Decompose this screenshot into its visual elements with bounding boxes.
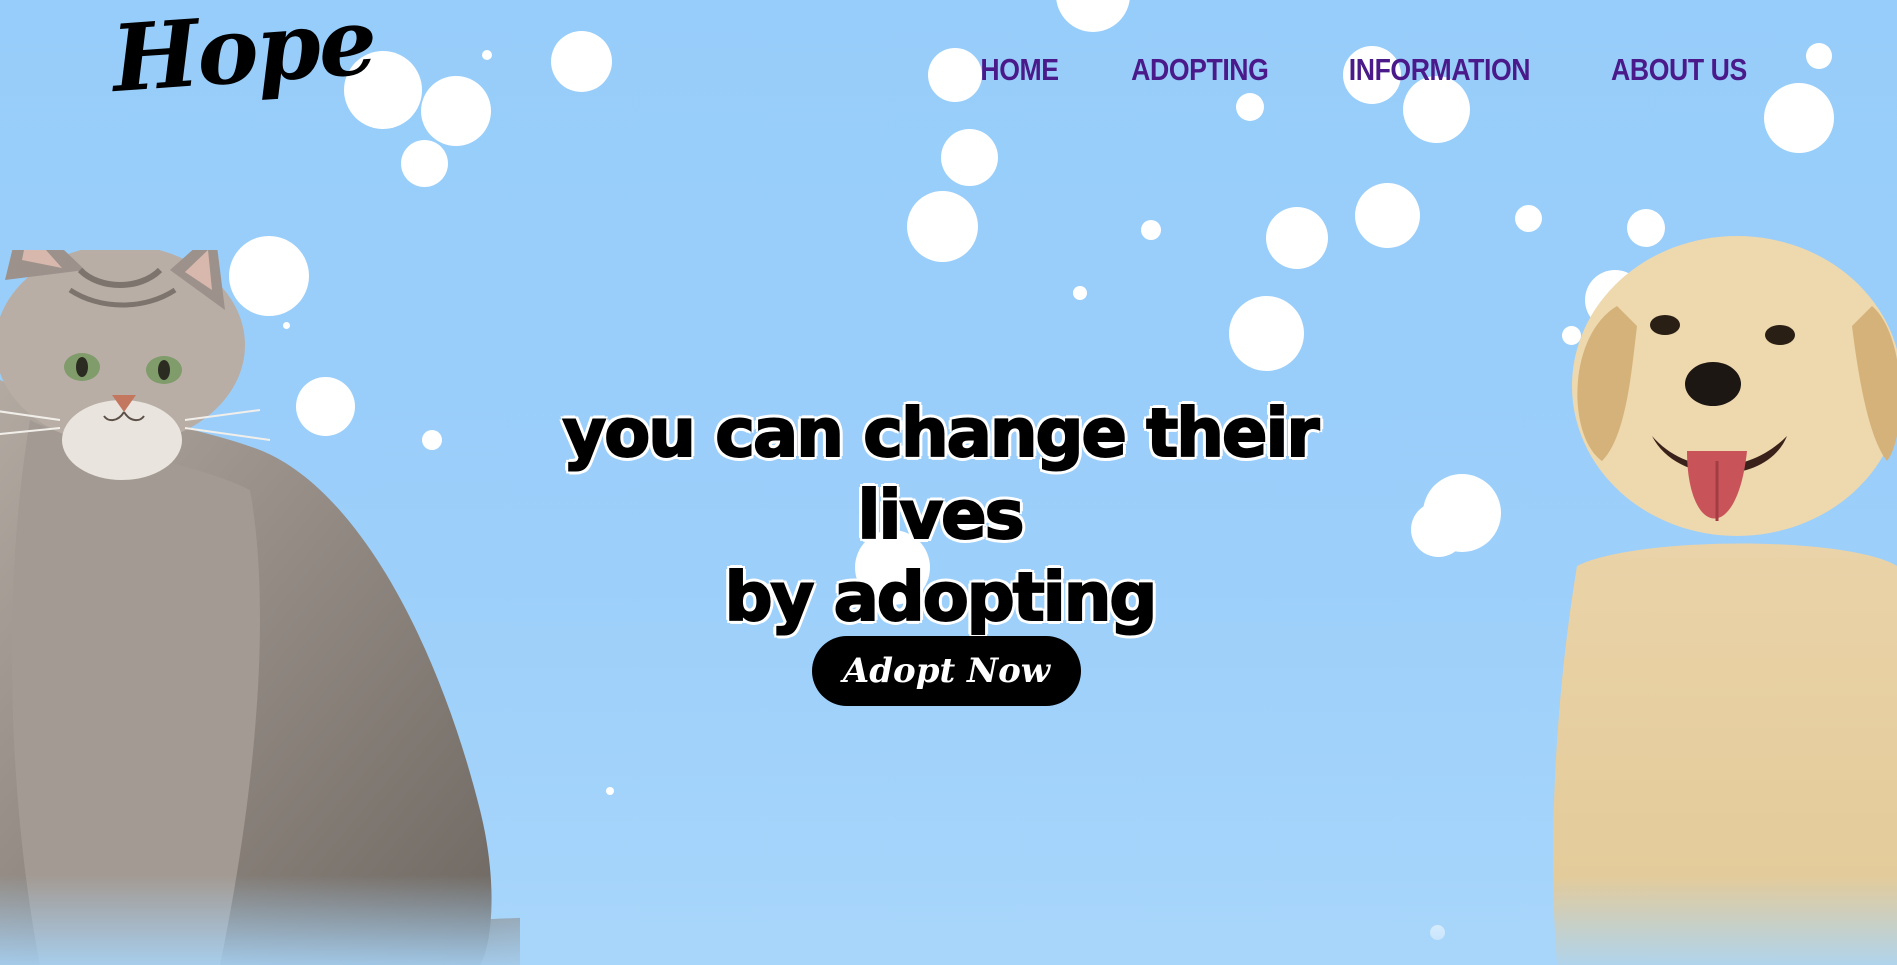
bubble bbox=[1056, 0, 1130, 32]
bubble bbox=[1266, 207, 1328, 269]
bubble bbox=[401, 140, 448, 187]
bubble bbox=[1073, 286, 1087, 300]
bubble bbox=[907, 191, 978, 262]
bubble bbox=[1515, 205, 1542, 232]
bubble bbox=[1430, 925, 1445, 940]
nav-about-us-link[interactable]: ABOUT US bbox=[1611, 52, 1747, 88]
bubble bbox=[1236, 93, 1264, 121]
bubble bbox=[551, 31, 612, 92]
bubble bbox=[1411, 502, 1466, 557]
bubble bbox=[1764, 83, 1834, 153]
bubble bbox=[1355, 183, 1420, 248]
hero-headline-line1: you can change their lives bbox=[562, 393, 1321, 555]
bubble bbox=[606, 787, 614, 795]
main-nav: HOME ADOPTING INFORMATION ABOUT US bbox=[974, 52, 1758, 88]
bubble bbox=[1141, 220, 1161, 240]
hero-headline: you can change their lives by adopting bbox=[490, 392, 1390, 638]
site-logo[interactable]: Hope bbox=[109, 0, 379, 113]
bubble bbox=[482, 50, 492, 60]
nav-home-link[interactable]: HOME bbox=[980, 52, 1059, 88]
nav-adopting-link[interactable]: ADOPTING bbox=[1131, 52, 1269, 88]
puppy-photo bbox=[1553, 236, 1897, 965]
adopt-now-button[interactable]: Adopt Now bbox=[812, 636, 1081, 706]
bubble bbox=[1806, 43, 1832, 69]
cat-photo bbox=[0, 250, 520, 965]
hero-headline-line2: by adopting bbox=[724, 557, 1159, 637]
nav-information-link[interactable]: INFORMATION bbox=[1349, 52, 1531, 88]
bubble bbox=[941, 129, 998, 186]
bubble bbox=[421, 76, 491, 146]
bubble bbox=[1229, 296, 1304, 371]
